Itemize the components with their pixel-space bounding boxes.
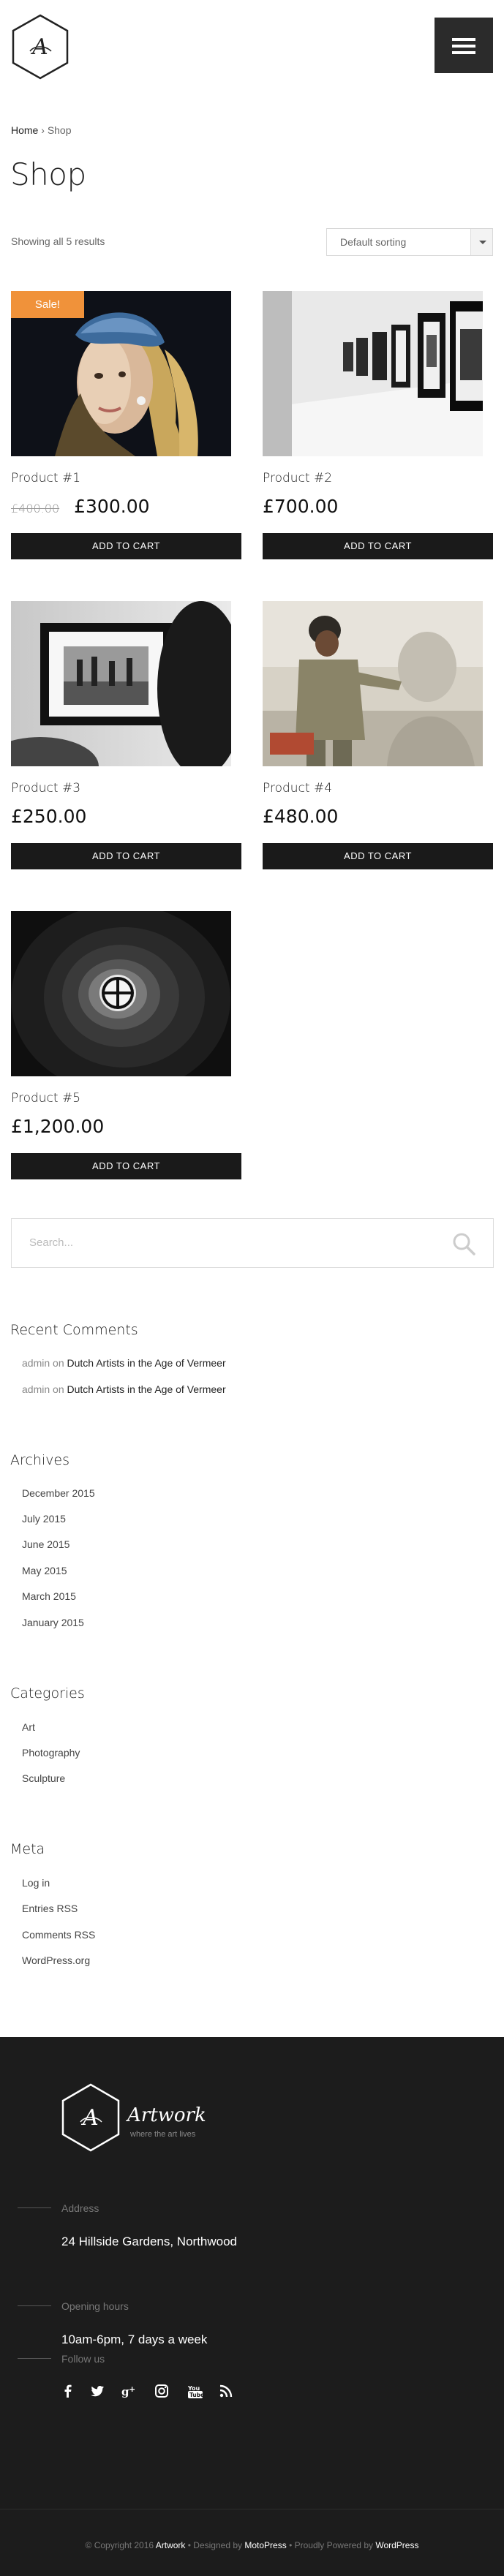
footer-tagline: where the art lives xyxy=(130,2130,196,2139)
archive-link[interactable]: June 2015 xyxy=(22,1538,69,1550)
site-header: A xyxy=(0,0,504,95)
comment-author: admin xyxy=(22,1383,50,1395)
address-label: Address xyxy=(61,2202,99,2214)
wordpress-link[interactable]: WordPress xyxy=(375,2540,418,2550)
follow-us-label: Follow us xyxy=(61,2353,105,2365)
youtube-icon[interactable]: You Tube xyxy=(187,2383,203,2399)
designer-link[interactable]: MotoPress xyxy=(244,2540,286,2550)
search-input[interactable]: Search... xyxy=(29,1236,73,1249)
divider xyxy=(18,2207,51,2208)
copyright-prefix: © Copyright 2016 xyxy=(85,2540,154,2550)
product-image-spiral-staircase[interactable] xyxy=(11,911,231,1076)
archive-link[interactable]: December 2015 xyxy=(22,1487,95,1499)
comment-post-link[interactable]: Dutch Artists in the Age of Vermeer xyxy=(67,1357,226,1369)
add-to-cart-button[interactable]: ADD TO CART xyxy=(11,1153,241,1179)
facebook-icon[interactable] xyxy=(60,2383,76,2399)
archive-link[interactable]: January 2015 xyxy=(22,1617,84,1628)
recent-comments-title: Recent Comments xyxy=(10,1322,138,1338)
rss-icon[interactable] xyxy=(218,2383,234,2399)
meta-link[interactable]: Entries RSS xyxy=(22,1903,78,1914)
divider xyxy=(18,2305,51,2306)
meta-link[interactable]: Comments RSS xyxy=(22,1929,95,1941)
product-price: £400.00 £300.00 xyxy=(11,496,150,517)
twitter-icon[interactable] xyxy=(89,2383,105,2399)
breadcrumb: Home › Shop xyxy=(11,124,72,136)
copyright: © Copyright 2016 Artwork • Designed by M… xyxy=(0,2540,504,2550)
meta-title: Meta xyxy=(10,1841,45,1857)
sorting-select[interactable]: Default sorting xyxy=(326,228,493,256)
archive-link[interactable]: May 2015 xyxy=(22,1565,67,1576)
hexagon-monogram-logo-icon[interactable]: A xyxy=(60,2082,121,2153)
breadcrumb-current: Shop xyxy=(47,124,72,136)
search-form: Search... xyxy=(11,1218,494,1268)
copyright-designed-by: • Designed by xyxy=(187,2540,243,2550)
product-sale-price: £300.00 xyxy=(74,496,150,517)
divider xyxy=(18,2358,51,2359)
comment-on: on xyxy=(53,1357,64,1369)
categories-title: Categories xyxy=(10,1685,85,1701)
add-to-cart-button[interactable]: ADD TO CART xyxy=(11,533,241,559)
product-price: £250.00 xyxy=(11,806,87,827)
product-name[interactable]: Product #5 xyxy=(11,1091,80,1106)
product-price: £480.00 xyxy=(263,806,339,827)
recent-comment-item: admin on Dutch Artists in the Age of Ver… xyxy=(22,1357,226,1369)
breadcrumb-separator: › xyxy=(41,124,45,136)
copyright-brand-link[interactable]: Artwork xyxy=(156,2540,186,2550)
footer-brand[interactable]: Artwork xyxy=(127,2104,206,2126)
breadcrumb-home-link[interactable]: Home xyxy=(11,124,38,136)
product-name[interactable]: Product #2 xyxy=(263,471,332,486)
product-old-price: £400.00 xyxy=(11,502,60,515)
product-name[interactable]: Product #4 xyxy=(263,781,332,796)
comment-on: on xyxy=(53,1383,64,1395)
copyright-powered-by: • Proudly Powered by xyxy=(289,2540,373,2550)
category-link[interactable]: Photography xyxy=(22,1747,80,1759)
address-value: 24 Hillside Gardens, Northwood xyxy=(61,2235,238,2248)
result-count: Showing all 5 results xyxy=(11,235,105,247)
instagram-icon[interactable] xyxy=(154,2383,170,2399)
category-link[interactable]: Sculpture xyxy=(22,1772,65,1784)
google-plus-icon[interactable]: g + xyxy=(120,2383,136,2399)
sale-badge: Sale! xyxy=(11,291,84,318)
svg-text:You: You xyxy=(187,2385,200,2392)
add-to-cart-button[interactable]: ADD TO CART xyxy=(263,533,493,559)
hexagon-monogram-logo-icon[interactable]: A xyxy=(10,13,70,80)
opening-hours-value: 10am-6pm, 7 days a week xyxy=(61,2333,208,2346)
svg-text:+: + xyxy=(129,2384,135,2394)
product-price: £1,200.00 xyxy=(11,1116,105,1137)
comment-author: admin xyxy=(22,1357,50,1369)
product-image-gallery-wall[interactable] xyxy=(263,291,483,456)
meta-link[interactable]: Log in xyxy=(22,1877,50,1889)
product-name[interactable]: Product #1 xyxy=(11,471,80,486)
archive-link[interactable]: March 2015 xyxy=(22,1590,76,1602)
add-to-cart-button[interactable]: ADD TO CART xyxy=(263,843,493,869)
hamburger-menu-icon[interactable] xyxy=(435,18,493,73)
search-icon[interactable] xyxy=(452,1232,475,1255)
site-footer: A Artwork where the art lives Address 24… xyxy=(0,2037,504,2576)
sorting-value: Default sorting xyxy=(340,236,407,248)
recent-comment-item: admin on Dutch Artists in the Age of Ver… xyxy=(22,1383,226,1395)
product-name[interactable]: Product #3 xyxy=(11,781,80,796)
chevron-down-icon xyxy=(470,229,492,255)
page-title: Shop xyxy=(10,156,86,192)
product-image-framed-photo[interactable] xyxy=(11,601,231,766)
meta-link[interactable]: WordPress.org xyxy=(22,1954,90,1966)
svg-text:Tube: Tube xyxy=(189,2392,203,2398)
archives-title: Archives xyxy=(10,1452,69,1468)
product-price: £700.00 xyxy=(263,496,339,517)
product-image-sculptor[interactable] xyxy=(263,601,483,766)
opening-hours-label: Opening hours xyxy=(61,2300,129,2312)
archive-link[interactable]: July 2015 xyxy=(22,1513,66,1525)
comment-post-link[interactable]: Dutch Artists in the Age of Vermeer xyxy=(67,1383,226,1395)
page: A Home › Shop Shop Showing all 5 results… xyxy=(0,0,504,2576)
add-to-cart-button[interactable]: ADD TO CART xyxy=(11,843,241,869)
category-link[interactable]: Art xyxy=(22,1721,35,1733)
